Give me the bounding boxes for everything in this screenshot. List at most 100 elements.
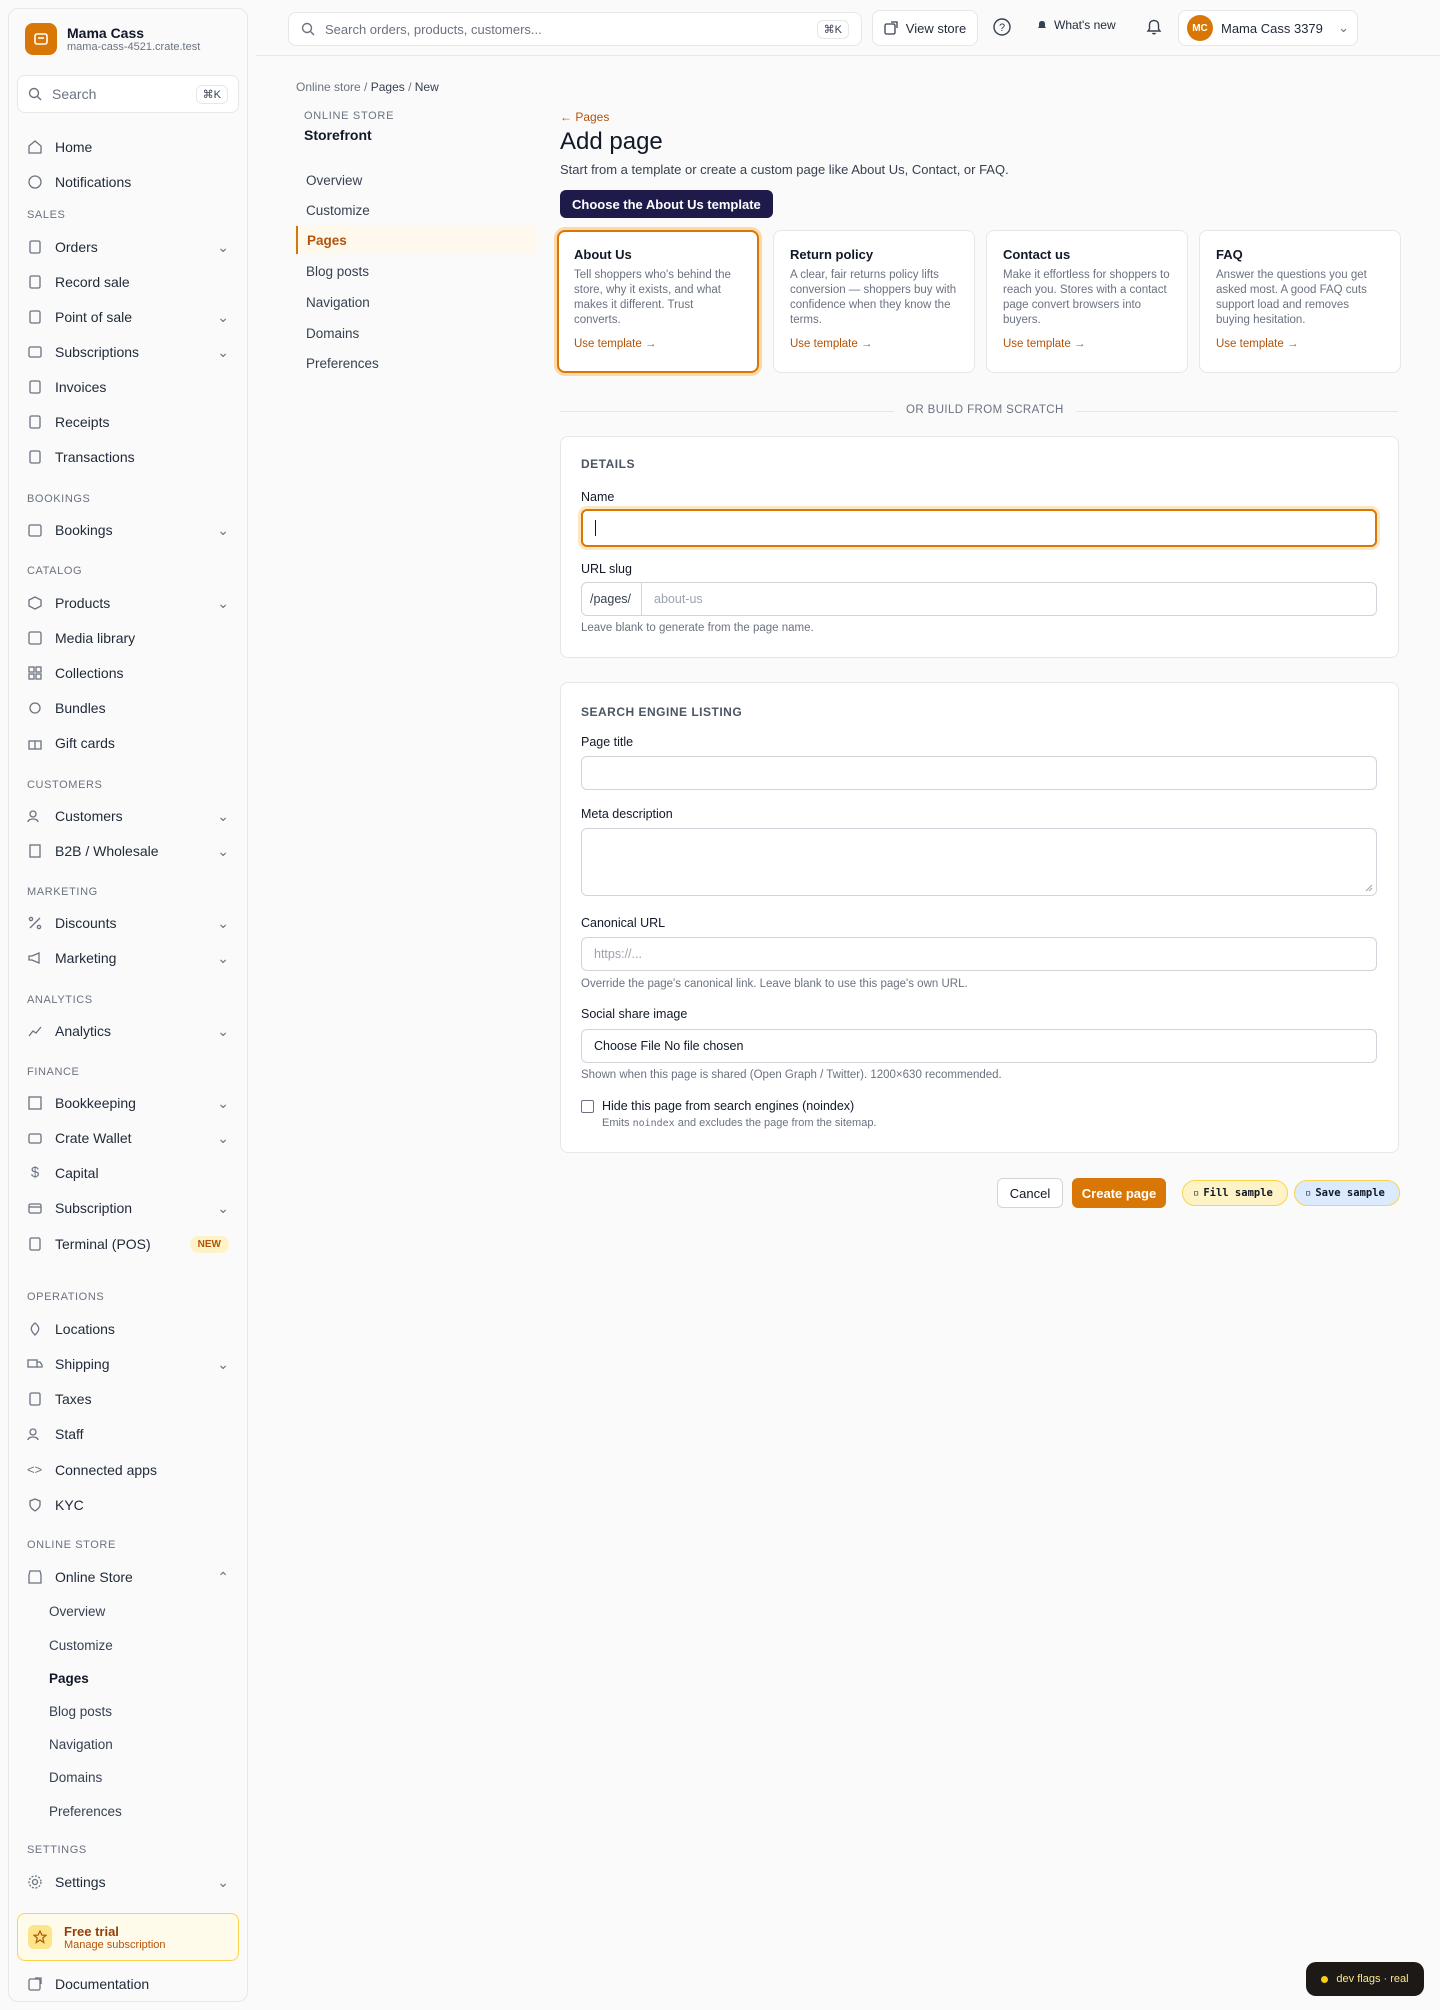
sidebar-item-subscriptions[interactable]: Subscriptions ⌄ xyxy=(17,337,239,367)
sidebar-subitem-pages[interactable]: Pages xyxy=(49,1671,89,1686)
template-description: Make it effortless for shoppers to reach… xyxy=(1003,269,1170,326)
sidebar-item-documentation[interactable]: Documentation xyxy=(17,1969,239,1999)
sidebar-item-products[interactable]: Products ⌄ xyxy=(17,588,239,618)
breadcrumb-pages[interactable]: Pages xyxy=(371,80,405,94)
store-logo-icon xyxy=(25,23,57,55)
sidebar-item-b2b[interactable]: B2B / Wholesale ⌄ xyxy=(17,836,239,866)
use-template-link[interactable]: Use template → xyxy=(790,338,958,350)
sidebar-item-label: Invoices xyxy=(55,379,107,395)
sidebar-item-label: Transactions xyxy=(55,449,135,465)
back-to-pages-link[interactable]: ← Pages xyxy=(560,110,609,124)
sidebar-item-staff[interactable]: Staff xyxy=(17,1419,239,1449)
sidebar-item-transactions[interactable]: Transactions xyxy=(17,442,239,472)
star-icon xyxy=(28,1925,52,1949)
sidebar-subitem-overview[interactable]: Overview xyxy=(49,1604,105,1619)
social-image-file-input[interactable]: Choose File No file chosen xyxy=(581,1029,1377,1063)
notifications-bell-icon[interactable] xyxy=(1144,17,1164,37)
sidebar-item-connected-apps[interactable]: <> Connected apps xyxy=(17,1455,239,1485)
subnav-item-pages[interactable]: Pages xyxy=(296,226,536,254)
sidebar-search-input[interactable]: Search ⌘K xyxy=(17,75,239,113)
sidebar-subitem-domains[interactable]: Domains xyxy=(49,1770,102,1785)
sidebar-item-crate-wallet[interactable]: Crate Wallet ⌄ xyxy=(17,1123,239,1153)
template-card-contact-us[interactable]: Contact us Make it effortless for shoppe… xyxy=(986,230,1188,373)
seo-heading: SEARCH ENGINE LISTING xyxy=(581,705,743,719)
sidebar-item-point-of-sale[interactable]: Point of sale ⌄ xyxy=(17,302,239,332)
create-page-button[interactable]: Create page xyxy=(1072,1178,1166,1208)
sidebar-item-notifications[interactable]: Notifications xyxy=(17,167,239,197)
sidebar-item-bookings[interactable]: Bookings ⌄ xyxy=(17,515,239,545)
sidebar-item-bundles[interactable]: Bundles xyxy=(17,693,239,723)
sidebar-item-settings[interactable]: Settings ⌄ xyxy=(17,1867,239,1897)
section-label-sales: SALES xyxy=(27,209,66,221)
gear-icon xyxy=(28,1875,42,1889)
gift-icon xyxy=(28,740,42,750)
use-template-link[interactable]: Use template → xyxy=(574,338,742,350)
sidebar-subitem-customize[interactable]: Customize xyxy=(49,1638,113,1653)
use-template-link[interactable]: Use template → xyxy=(1003,338,1171,350)
account-menu[interactable]: MC Mama Cass 3379 ⌄ xyxy=(1178,10,1358,46)
whats-new-button[interactable]: What's new xyxy=(1036,18,1116,32)
sidebar-item-terminal[interactable]: Terminal (POS) NEW xyxy=(17,1229,239,1259)
sidebar-item-online-store[interactable]: Online Store ⌃ xyxy=(17,1562,239,1592)
template-card-faq[interactable]: FAQ Answer the questions you get asked m… xyxy=(1199,230,1401,373)
subnav-item-navigation[interactable]: Navigation xyxy=(296,288,536,316)
fill-sample-button[interactable]: ▫ Fill sample xyxy=(1182,1180,1288,1206)
noindex-label: Hide this page from search engines (noin… xyxy=(602,1099,855,1113)
calendar-icon xyxy=(28,524,42,537)
sidebar-item-bookkeeping[interactable]: Bookkeeping ⌄ xyxy=(17,1088,239,1118)
subnav-item-preferences[interactable]: Preferences xyxy=(296,349,536,377)
canonical-url-label: Canonical URL xyxy=(581,916,666,930)
sidebar-item-record-sale[interactable]: Record sale xyxy=(17,267,239,297)
name-input[interactable] xyxy=(581,509,1377,547)
help-icon[interactable]: ? xyxy=(992,17,1012,37)
free-trial-card[interactable]: Free trial Manage subscription xyxy=(17,1913,239,1961)
building-icon xyxy=(29,844,41,858)
external-link-icon xyxy=(884,21,898,35)
template-card-return-policy[interactable]: Return policy A clear, fair returns poli… xyxy=(773,230,975,373)
sidebar-item-collections[interactable]: Collections xyxy=(17,658,239,688)
subnav-item-blog-posts[interactable]: Blog posts xyxy=(296,257,536,285)
dev-flags-pill[interactable]: dev flags · real xyxy=(1306,1962,1424,1996)
canonical-url-input[interactable]: https://... xyxy=(581,937,1377,971)
chevron-down-icon: ⌄ xyxy=(217,842,229,859)
subnav-item-customize[interactable]: Customize xyxy=(296,196,536,224)
global-search-input[interactable]: Search orders, products, customers... ⌘K xyxy=(288,12,862,46)
sidebar-item-orders[interactable]: Orders ⌄ xyxy=(17,232,239,262)
chevron-down-icon: ⌄ xyxy=(217,343,229,360)
sidebar-subitem-blog-posts[interactable]: Blog posts xyxy=(49,1704,112,1719)
page-title-label: Page title xyxy=(581,735,634,749)
store-switcher[interactable]: Mama Cass mama-cass-4521.crate.test xyxy=(9,9,247,69)
manage-subscription-link[interactable]: Manage subscription xyxy=(64,1939,166,1951)
sidebar-item-capital[interactable]: $ Capital xyxy=(17,1158,239,1188)
sidebar-subitem-navigation[interactable]: Navigation xyxy=(49,1737,113,1752)
sidebar-item-media-library[interactable]: Media library xyxy=(17,623,239,653)
sidebar-item-discounts[interactable]: Discounts ⌄ xyxy=(17,908,239,938)
breadcrumb-online-store[interactable]: Online store xyxy=(296,80,361,94)
sidebar-item-marketing[interactable]: Marketing ⌄ xyxy=(17,943,239,973)
cancel-button[interactable]: Cancel xyxy=(997,1178,1063,1208)
sidebar-item-receipts[interactable]: Receipts xyxy=(17,407,239,437)
template-card-about-us[interactable]: About Us Tell shoppers who's behind the … xyxy=(557,230,759,373)
sidebar-item-invoices[interactable]: Invoices xyxy=(17,372,239,402)
use-template-link[interactable]: Use template → xyxy=(1216,338,1384,350)
sidebar-item-home[interactable]: Home xyxy=(17,132,239,162)
noindex-checkbox[interactable] xyxy=(581,1100,594,1113)
sidebar-item-kyc[interactable]: KYC xyxy=(17,1490,239,1520)
meta-description-textarea[interactable] xyxy=(581,828,1377,896)
url-slug-input[interactable]: /pages/ about-us xyxy=(581,582,1377,616)
sidebar-item-shipping[interactable]: Shipping ⌄ xyxy=(17,1349,239,1379)
save-sample-button[interactable]: ▫ Save sample xyxy=(1294,1180,1400,1206)
subnav-item-domains[interactable]: Domains xyxy=(296,319,536,347)
choose-file-button[interactable]: Choose File xyxy=(594,1039,661,1053)
view-store-button[interactable]: View store xyxy=(872,10,978,46)
resize-handle-icon[interactable] xyxy=(1365,884,1373,892)
sidebar-item-gift-cards[interactable]: Gift cards xyxy=(17,728,239,758)
sidebar-item-locations[interactable]: Locations xyxy=(17,1314,239,1344)
sidebar-subitem-preferences[interactable]: Preferences xyxy=(49,1804,122,1819)
page-title-input[interactable] xyxy=(581,756,1377,790)
subnav-item-overview[interactable]: Overview xyxy=(296,166,536,194)
sidebar-item-taxes[interactable]: Taxes xyxy=(17,1384,239,1414)
sidebar-item-subscription[interactable]: Subscription ⌄ xyxy=(17,1193,239,1223)
sidebar-item-analytics[interactable]: Analytics ⌄ xyxy=(17,1016,239,1046)
sidebar-item-customers[interactable]: Customers ⌄ xyxy=(17,801,239,831)
